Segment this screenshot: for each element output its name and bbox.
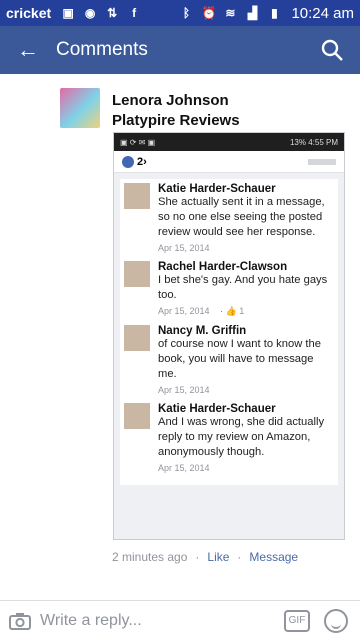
like-bubble-icon: [122, 155, 134, 168]
chevron-right-icon: ›: [143, 155, 147, 168]
avatar[interactable]: [60, 88, 100, 128]
signal-icon: ▟: [247, 6, 258, 20]
comment-date: Apr 15, 2014: [158, 463, 210, 473]
list-item: Nancy M. Griffin of course now I want to…: [124, 325, 334, 395]
app-bar: ← Comments: [0, 26, 360, 74]
commenter-name: Rachel Harder-Clawson: [158, 261, 288, 273]
comment-like-count: 1: [239, 306, 245, 316]
messenger-icon: ◉: [84, 6, 96, 20]
comment-text: I bet she's gay. And you hate gays too.: [158, 274, 328, 301]
back-arrow-icon[interactable]: ←: [0, 37, 56, 63]
comment-date: Apr 15, 2014: [158, 306, 210, 316]
comment-actions: 2 minutes ago · Like · Message: [112, 550, 298, 564]
carrier-label: cricket: [6, 5, 52, 21]
list-item: Katie Harder-Schauer And I was wrong, sh…: [124, 403, 334, 473]
commenter-name: Nancy M. Griffin: [158, 325, 247, 337]
comment-date: Apr 15, 2014: [158, 385, 210, 395]
page-title: Comments: [56, 39, 148, 60]
commenter-name: Katie Harder-Schauer: [158, 183, 276, 195]
gif-button[interactable]: GIF: [284, 609, 310, 632]
commenter-avatar: [124, 403, 150, 429]
screenshot-status-bar: ▣ ⟳ ✉ ▣ 13% 4:55 PM: [114, 133, 344, 151]
screenshot-like-bar: 2 ›: [114, 151, 344, 173]
facebook-icon: f: [132, 6, 137, 20]
comment-text: She actually sent it in a message, so no…: [158, 196, 325, 238]
gallery-icon: ▣: [62, 6, 74, 20]
sync-icon: ⇅: [107, 6, 118, 20]
emoji-icon[interactable]: [324, 608, 348, 633]
camera-icon[interactable]: [0, 612, 40, 630]
comment-date: Apr 15, 2014: [158, 243, 210, 253]
separator-dot: ·: [237, 550, 242, 564]
search-icon[interactable]: [304, 26, 360, 74]
comment-meta: Apr 15, 2014 · 👍 1: [158, 306, 334, 317]
author-page[interactable]: Platypire Reviews: [112, 111, 240, 131]
commenter-avatar: [124, 261, 150, 287]
comment-text: And I was wrong, she did actually reply …: [158, 416, 325, 458]
wifi-icon: ≋: [225, 6, 236, 20]
commenter-name: Katie Harder-Schauer: [158, 403, 276, 415]
commenter-avatar: [124, 325, 150, 351]
author-name[interactable]: Lenora Johnson: [112, 91, 240, 111]
clock: 10:24 am: [291, 4, 354, 22]
status-bar: cricket ▣ ◉ ⇅ f ᛒ ⏰ ≋ ▟ ▮ 10:24 am: [0, 0, 360, 26]
thumbs-up-icon: · 👍: [220, 306, 237, 316]
comment-author[interactable]: Lenora Johnson Platypire Reviews: [112, 91, 240, 131]
list-item: Katie Harder-Schauer She actually sent i…: [124, 183, 334, 253]
comment-timestamp: 2 minutes ago: [112, 550, 188, 564]
list-item: Rachel Harder-Clawson I bet she's gay. A…: [124, 261, 334, 317]
like-link[interactable]: Like: [207, 550, 229, 564]
bluetooth-icon: ᛒ: [182, 6, 191, 20]
separator-dot: ·: [195, 550, 200, 564]
message-link[interactable]: Message: [249, 550, 298, 564]
alarm-icon: ⏰: [201, 6, 217, 20]
screenshot-comments: Katie Harder-Schauer She actually sent i…: [120, 179, 338, 485]
placeholder-bar: [308, 158, 336, 165]
comment-text: of course now I want to know the book, y…: [158, 338, 321, 380]
reply-composer: Write a reply... GIF: [0, 600, 360, 640]
screenshot-status-right: 13% 4:55 PM: [289, 137, 338, 147]
screenshot-status-icons-icon: ▣ ⟳ ✉ ▣: [120, 137, 156, 147]
commenter-avatar: [124, 183, 150, 209]
attached-screenshot[interactable]: ▣ ⟳ ✉ ▣ 13% 4:55 PM 2 › Katie Harder-Sch…: [113, 132, 345, 540]
battery-icon: ▮: [271, 6, 278, 20]
reply-input[interactable]: Write a reply...: [40, 612, 284, 630]
